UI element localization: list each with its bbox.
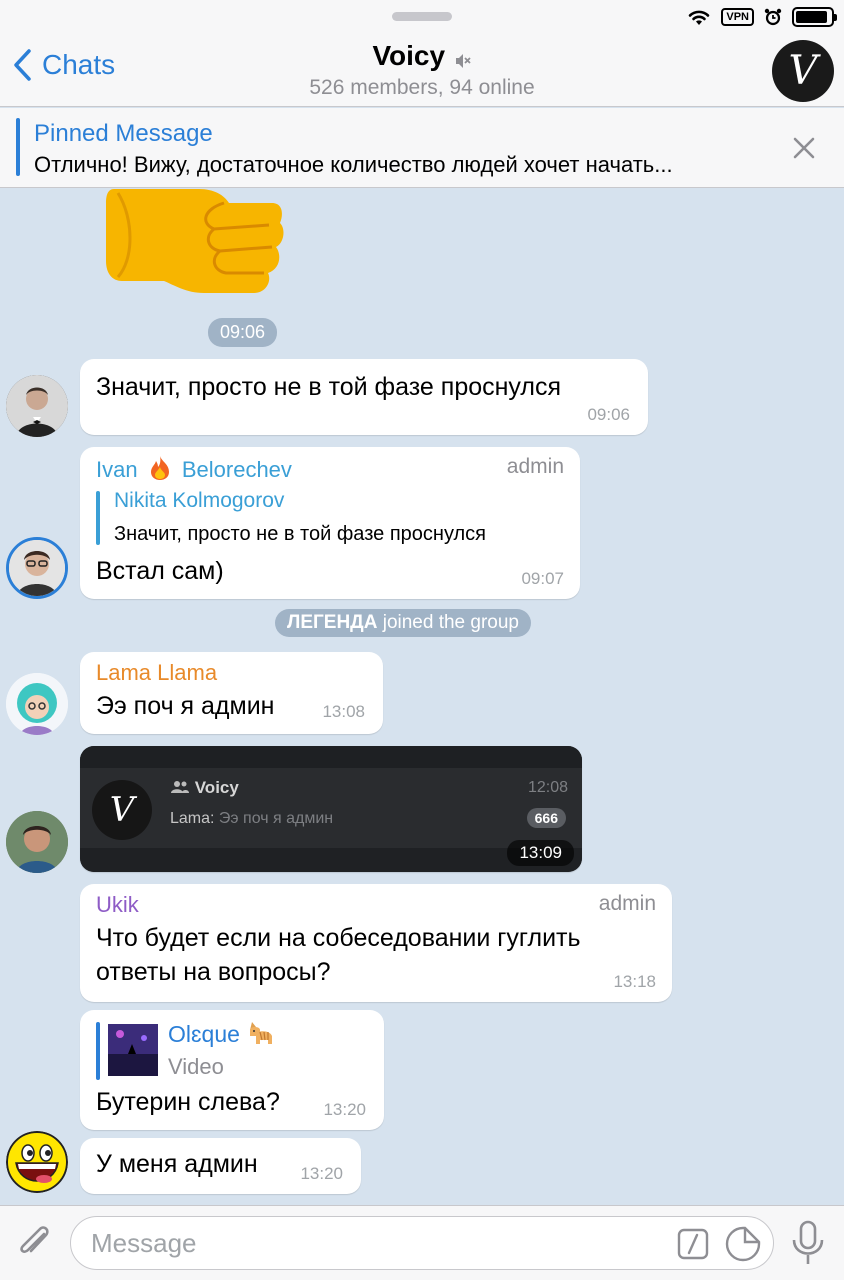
message-text-line-1: Что будет если на собеседовании гуглить xyxy=(96,924,581,952)
group-avatar-letter: V xyxy=(788,48,818,94)
admin-role-label: admin xyxy=(598,892,656,915)
message-time: 13:20 xyxy=(323,1100,366,1119)
message-time: 13:09 xyxy=(507,840,574,866)
message-text: Ээ поч я админ xyxy=(96,692,275,720)
screenshot-time: 12:08 xyxy=(527,779,568,796)
pinned-text: Отлично! Вижу, достаточное количество лю… xyxy=(34,152,673,177)
alarm-icon xyxy=(764,8,782,26)
video-thumbnail[interactable] xyxy=(108,1024,158,1076)
service-user[interactable]: ЛЕГЕНДА xyxy=(287,612,377,633)
pinned-accent-bar xyxy=(16,118,20,176)
command-icon[interactable] xyxy=(677,1228,709,1260)
screenshot-chat-name: Voicy xyxy=(170,778,239,798)
message-time: 09:07 xyxy=(521,569,564,588)
composer-bar xyxy=(0,1205,844,1280)
message-text: Встал сам) xyxy=(96,557,224,585)
message-time: 13:08 xyxy=(322,702,365,721)
screenshot-chat-title: Voicy xyxy=(194,778,239,797)
navigation-header: VPN Chats Voicy 526 members, 94 online V xyxy=(0,0,844,107)
vpn-badge: VPN xyxy=(721,8,754,26)
microphone-icon[interactable] xyxy=(790,1220,826,1266)
screenshot-unread-badge: 666 xyxy=(526,808,566,828)
message-time: 13:20 xyxy=(300,1164,343,1183)
avatar-ivan[interactable] xyxy=(6,537,68,599)
group-avatar[interactable]: V xyxy=(772,40,834,102)
avatar-user-4-image xyxy=(6,811,68,873)
message-text: Значит, просто не в той фазе проснулся xyxy=(96,373,562,401)
avatar-lama[interactable] xyxy=(6,673,68,735)
image-message[interactable]: V Voicy 12:08 Lama: Ээ поч я админ 666 1… xyxy=(80,746,582,872)
close-icon[interactable] xyxy=(792,136,816,160)
image-top-strip xyxy=(80,746,582,768)
screenshot-preview-text: Ээ поч я админ xyxy=(218,810,334,827)
avatar-user-7[interactable] xyxy=(6,1131,68,1193)
fire-emoji xyxy=(150,456,169,480)
avatar-nikita-image xyxy=(6,375,68,437)
wifi-icon xyxy=(689,10,710,25)
message-field[interactable] xyxy=(70,1216,774,1270)
avatar-user-4[interactable] xyxy=(6,811,68,873)
message-bubble-5[interactable]: Ukik admin Что будет если на собеседован… xyxy=(80,884,672,1002)
sheet-grabber[interactable] xyxy=(392,12,452,21)
reply-text[interactable]: Значит, просто не в той фазе проснулся xyxy=(114,523,486,546)
message-text: Бутерин слева? xyxy=(96,1088,280,1116)
screenshot-avatar: V xyxy=(92,780,152,840)
chat-title-area[interactable]: Voicy 526 members, 94 online xyxy=(0,40,844,100)
admin-role-label: admin xyxy=(506,455,564,478)
message-text: У меня админ xyxy=(96,1150,258,1178)
sender-last-name: Belorechev xyxy=(181,457,292,482)
reply-accent-bar xyxy=(96,491,100,545)
message-time: 09:06 xyxy=(587,405,630,424)
avatar-ivan-image xyxy=(9,540,65,596)
screenshot-preview: Lama: Ээ поч я админ xyxy=(170,810,333,828)
screenshot-sender: Lama: xyxy=(170,810,215,827)
chat-subtitle: 526 members, 94 online xyxy=(309,76,535,99)
message-bubble-3[interactable]: Lama Llama Ээ поч я админ 13:08 xyxy=(80,652,383,734)
sticker-time: 09:06 xyxy=(208,318,278,347)
sender-name[interactable]: Lama Llama xyxy=(96,660,217,686)
chat-title: Voicy xyxy=(372,40,446,71)
reply-sender-name: Olɛque xyxy=(168,1021,240,1047)
screenshot-avatar-letter: V xyxy=(109,790,135,830)
sender-name[interactable]: Ivan Belorechev xyxy=(96,455,292,483)
avatar-lama-image xyxy=(6,673,68,735)
message-text-line-2: ответы на вопросы? xyxy=(96,958,331,986)
sender-name[interactable]: Ukik xyxy=(96,892,139,918)
service-message: ЛЕГЕНДА joined the group xyxy=(275,609,531,637)
reply-type: Video xyxy=(168,1054,224,1079)
message-input[interactable] xyxy=(91,1225,671,1261)
avatar-nikita[interactable] xyxy=(6,375,68,437)
sticker-icon[interactable] xyxy=(725,1226,761,1262)
message-list[interactable]: 09:06 Значит, просто не в той фазе просн… xyxy=(0,189,844,1205)
reply-sender[interactable]: Olɛque xyxy=(168,1020,274,1048)
message-bubble-7[interactable]: У меня админ 13:20 xyxy=(80,1138,361,1194)
service-action: joined the group xyxy=(382,612,519,633)
group-icon xyxy=(171,781,189,793)
status-bar-icons: VPN xyxy=(687,6,837,28)
pinned-title: Pinned Message xyxy=(34,120,213,147)
pinned-message-bar[interactable]: Pinned Message Отлично! Вижу, достаточно… xyxy=(0,108,844,188)
reply-sender[interactable]: Nikita Kolmogorov xyxy=(114,489,284,513)
message-bubble-6[interactable]: Olɛque Video Бутерин слева? 13:20 xyxy=(80,1010,384,1130)
attach-icon[interactable] xyxy=(14,1220,54,1264)
reply-accent-bar xyxy=(96,1022,100,1080)
sender-first-name: Ivan xyxy=(96,457,138,482)
thumbs-sticker[interactable] xyxy=(104,189,284,299)
cat-emoji xyxy=(250,1022,273,1044)
battery-icon xyxy=(792,7,837,27)
message-bubble-2[interactable]: Ivan Belorechev admin Nikita Kolmogorov … xyxy=(80,447,580,599)
awesome-face-avatar xyxy=(6,1131,68,1193)
mute-icon xyxy=(455,53,471,68)
message-bubble-1[interactable]: Значит, просто не в той фазе проснулся 0… xyxy=(80,359,648,435)
message-time: 13:18 xyxy=(613,972,656,991)
